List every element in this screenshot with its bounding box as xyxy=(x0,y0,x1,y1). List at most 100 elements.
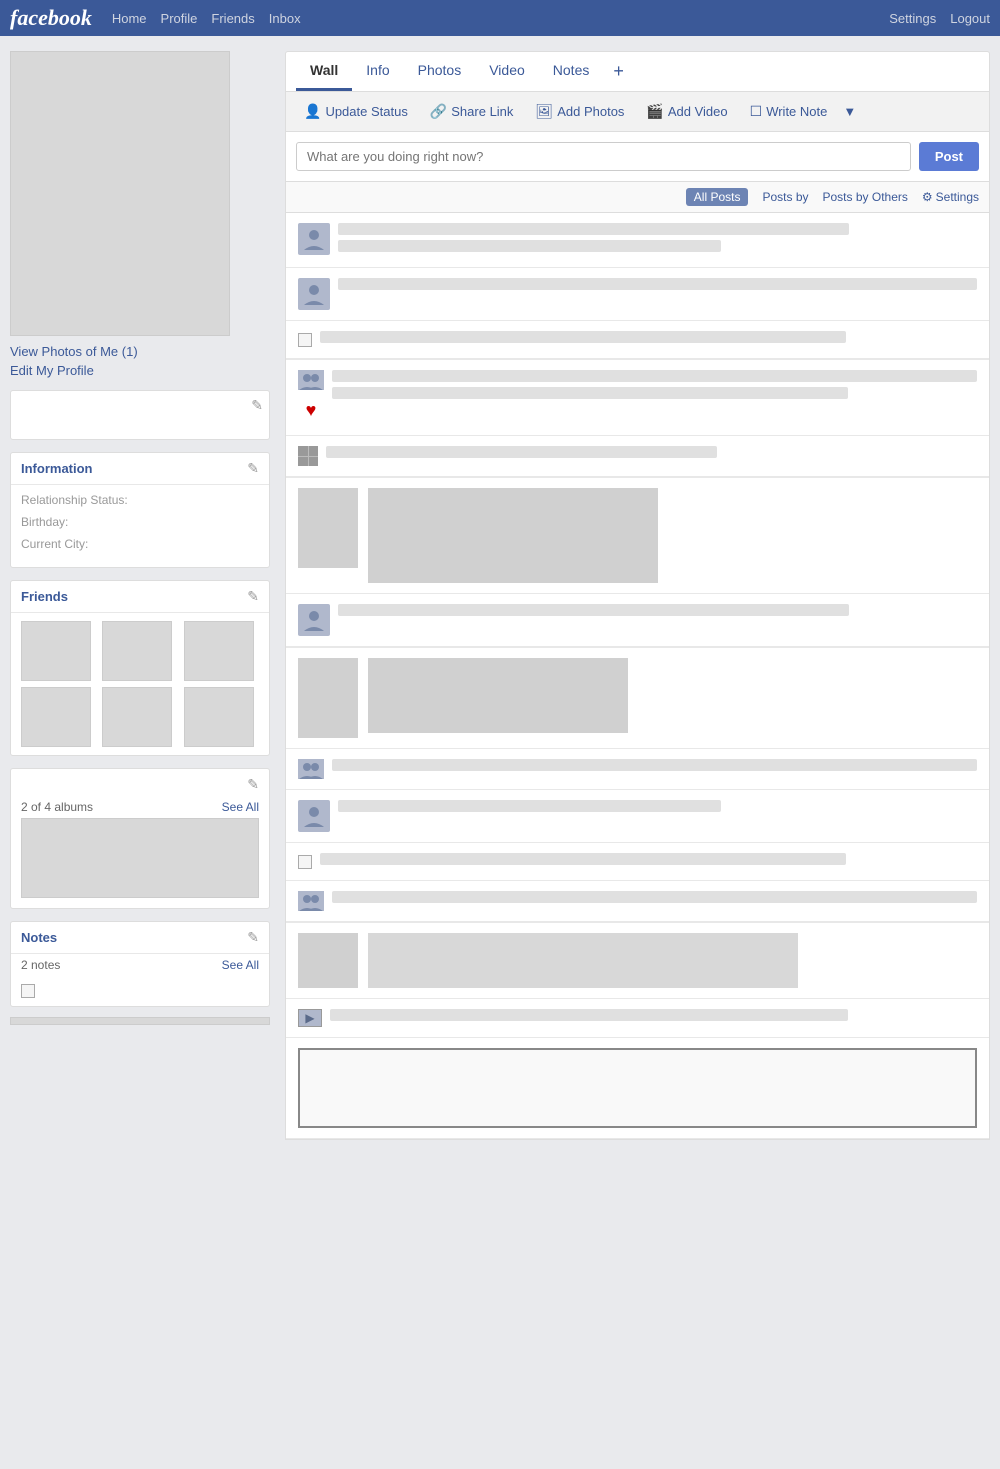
profile-photo xyxy=(10,51,230,336)
nav-friends[interactable]: Friends xyxy=(211,11,254,26)
feed-item-13 xyxy=(286,923,989,999)
add-video-icon: 🎬 xyxy=(646,103,663,120)
friend-thumb-3[interactable] xyxy=(184,621,254,681)
album-thumbnail[interactable] xyxy=(21,818,259,898)
information-title: Information xyxy=(21,461,93,476)
friend-thumb-2[interactable] xyxy=(102,621,172,681)
feed-checkbox-2[interactable] xyxy=(298,855,312,869)
feed-item-14: ▶ xyxy=(286,999,989,1038)
nav-right-links: Settings Logout xyxy=(889,11,990,26)
feed-avatar-1 xyxy=(298,223,330,255)
share-link-button[interactable]: 🔗 Share Link xyxy=(422,100,522,123)
feed-avatar-2 xyxy=(298,278,330,310)
filter-posts-by[interactable]: Posts by xyxy=(762,190,808,204)
tab-wall[interactable]: Wall xyxy=(296,52,352,91)
settings-gear-icon: ⚙ xyxy=(922,190,933,204)
nav-profile[interactable]: Profile xyxy=(161,11,198,26)
feed-text-10 xyxy=(338,800,721,812)
wall-actions-bar: 👤 Update Status 🔗 Share Link 🖼 Add Photo… xyxy=(285,92,990,132)
feed-heart-icon: ♥ xyxy=(306,400,317,421)
add-photos-button[interactable]: 🖼 Add Photos xyxy=(527,100,632,123)
friends-edit-icon[interactable]: ✎ xyxy=(247,588,259,605)
feed-avatar-4 xyxy=(298,800,330,832)
tab-photos[interactable]: Photos xyxy=(404,52,476,91)
post-button[interactable]: Post xyxy=(919,142,979,171)
feed-content-11 xyxy=(320,853,977,870)
feed-content-5 xyxy=(326,446,977,463)
status-area: Post xyxy=(285,132,990,182)
feed-item-7 xyxy=(286,594,989,647)
status-input[interactable] xyxy=(296,142,911,171)
feed-text-4 xyxy=(320,331,846,343)
filter-posts-by-others[interactable]: Posts by Others xyxy=(823,190,908,204)
edit-profile-link[interactable]: Edit My Profile xyxy=(10,363,270,378)
feed-text-13 xyxy=(330,1009,848,1021)
birthday-row: Birthday: xyxy=(21,515,259,529)
feed-image-medium-1 xyxy=(368,658,628,733)
albums-edit-icon[interactable]: ✎ xyxy=(247,776,259,793)
friends-grid xyxy=(11,613,269,755)
feed-medium-content xyxy=(368,658,628,733)
write-note-icon: ☐ xyxy=(750,103,763,120)
notes-edit-icon[interactable]: ✎ xyxy=(247,929,259,946)
wall-feed: ♥ xyxy=(285,213,990,1140)
friend-thumb-1[interactable] xyxy=(21,621,91,681)
feed-content-1 xyxy=(338,223,977,257)
friend-thumb-5[interactable] xyxy=(102,687,172,747)
feed-item-3 xyxy=(286,321,989,359)
note-checkbox[interactable] xyxy=(21,984,35,998)
notes-title: Notes xyxy=(21,930,57,945)
albums-see-all[interactable]: See All xyxy=(222,800,259,814)
write-note-button[interactable]: ☐ Write Note xyxy=(742,100,836,123)
feed-text-2 xyxy=(338,240,721,252)
top-navigation: facebook Home Profile Friends Inbox Sett… xyxy=(0,0,1000,36)
albums-count: 2 of 4 albums xyxy=(21,800,93,814)
birthday-label: Birthday: xyxy=(21,515,68,529)
nav-settings[interactable]: Settings xyxy=(889,11,936,26)
page-container: View Photos of Me (1) Edit My Profile ✎ … xyxy=(0,36,1000,1155)
share-link-icon: 🔗 xyxy=(430,103,447,120)
posts-filter-bar: All Posts Posts by Posts by Others ⚙ Set… xyxy=(285,182,990,213)
feed-text-6 xyxy=(332,387,848,399)
update-status-label: Update Status xyxy=(325,104,407,119)
notes-see-all[interactable]: See All xyxy=(222,958,259,972)
feed-item-2 xyxy=(286,268,989,321)
information-edit-icon[interactable]: ✎ xyxy=(247,460,259,477)
add-photos-icon: 🖼 xyxy=(535,103,553,120)
feed-item-8 xyxy=(286,648,989,749)
feed-text-5 xyxy=(332,370,977,382)
bio-edit-icon[interactable]: ✎ xyxy=(251,397,263,414)
facebook-logo: facebook xyxy=(10,5,92,31)
feed-content-block-13 xyxy=(368,933,798,988)
notes-header: Notes ✎ xyxy=(11,922,269,954)
feed-note-area xyxy=(286,1038,989,1139)
nav-logout[interactable]: Logout xyxy=(950,11,990,26)
share-link-label: Share Link xyxy=(451,104,513,119)
more-actions-dropdown[interactable]: ▼ xyxy=(843,104,856,119)
update-status-button[interactable]: 👤 Update Status xyxy=(296,100,416,123)
tab-video[interactable]: Video xyxy=(475,52,539,91)
tab-add-icon[interactable]: + xyxy=(603,53,634,90)
view-photos-link[interactable]: View Photos of Me (1) xyxy=(10,344,270,359)
feed-content-12 xyxy=(332,891,977,908)
nav-inbox[interactable]: Inbox xyxy=(269,11,301,26)
feed-group-icon-2 xyxy=(298,759,324,779)
friend-thumb-4[interactable] xyxy=(21,687,91,747)
feed-text-7 xyxy=(326,446,717,458)
filter-settings-label: Settings xyxy=(936,190,979,204)
feed-checkbox-1[interactable] xyxy=(298,333,312,347)
filter-all-posts[interactable]: All Posts xyxy=(686,188,749,206)
add-video-button[interactable]: 🎬 Add Video xyxy=(638,100,735,123)
main-content: Wall Info Photos Video Notes + 👤 Update … xyxy=(285,51,990,1140)
friend-thumb-6[interactable] xyxy=(184,687,254,747)
filter-settings[interactable]: ⚙ Settings xyxy=(922,190,979,204)
feed-content-3 xyxy=(320,331,977,348)
feed-item-1 xyxy=(286,213,989,268)
feed-item-12 xyxy=(286,881,989,922)
feed-note-box[interactable] xyxy=(298,1048,977,1128)
nav-home[interactable]: Home xyxy=(112,11,147,26)
feed-large-content xyxy=(368,488,658,583)
tab-info[interactable]: Info xyxy=(352,52,403,91)
feed-item-5 xyxy=(286,436,989,477)
tab-notes[interactable]: Notes xyxy=(539,52,604,91)
